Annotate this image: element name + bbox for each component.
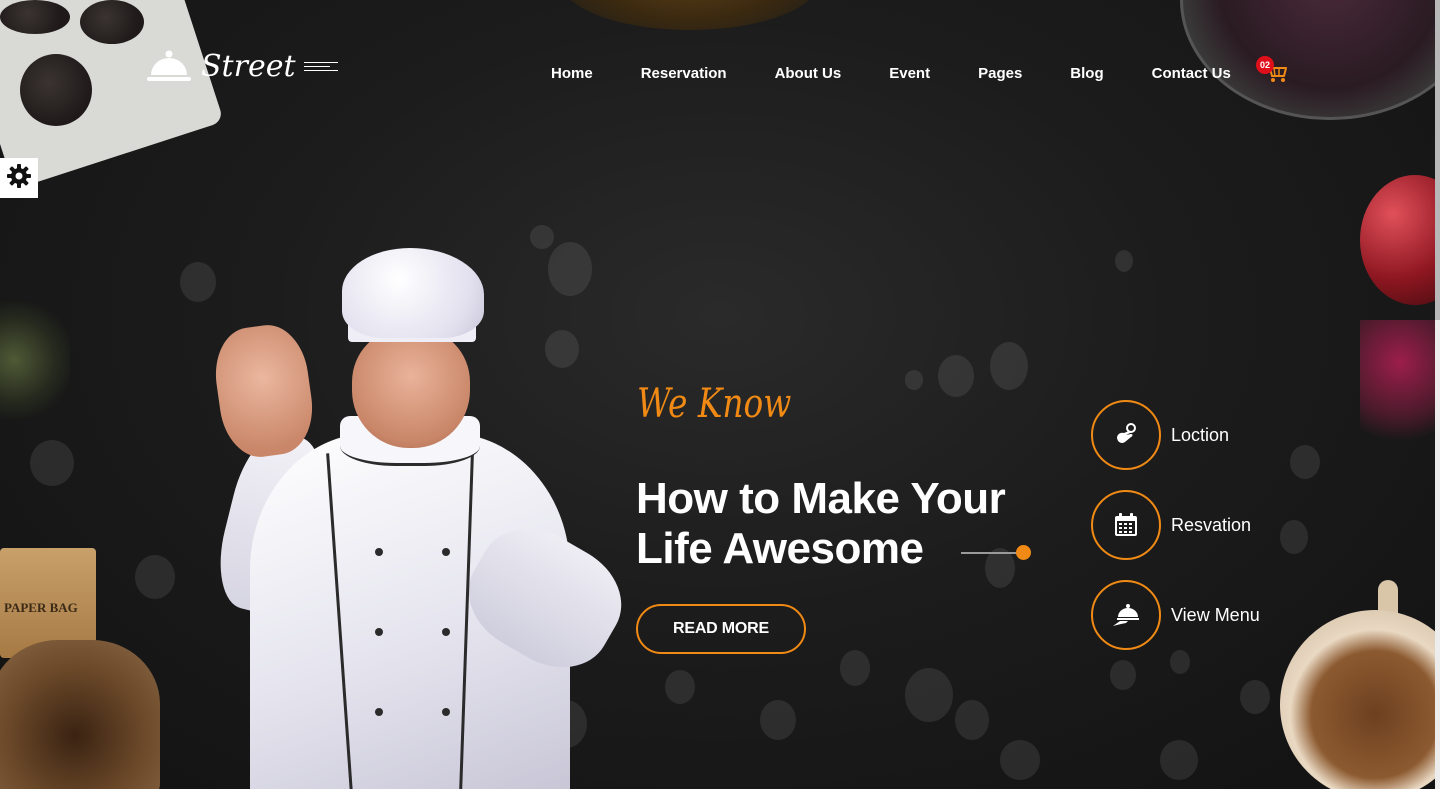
nav-about-us[interactable]: About Us bbox=[751, 64, 866, 84]
coffee-bean-sack bbox=[0, 640, 160, 789]
coffee-bag-label: PAPER BAG bbox=[4, 600, 78, 615]
decorative-line bbox=[961, 552, 1019, 554]
hero-eyebrow: We Know bbox=[637, 381, 792, 427]
chef-button bbox=[442, 548, 450, 556]
chef-button bbox=[375, 708, 383, 716]
nav-reservation[interactable]: Reservation bbox=[617, 64, 751, 84]
nav-event[interactable]: Event bbox=[865, 64, 954, 84]
bokeh-light bbox=[1290, 445, 1320, 479]
decorative-dot bbox=[1016, 545, 1031, 560]
herbs bbox=[0, 300, 70, 420]
main-nav: Home Reservation About Us Event Pages Bl… bbox=[527, 64, 1255, 84]
bokeh-light bbox=[665, 670, 695, 704]
cart-button[interactable]: 02 bbox=[1256, 56, 1290, 86]
bokeh-light bbox=[1170, 650, 1190, 674]
bokeh-light bbox=[1160, 740, 1198, 780]
cloche-icon bbox=[147, 48, 191, 84]
cart-count-badge: 02 bbox=[1256, 56, 1274, 74]
scrollbar-thumb[interactable] bbox=[1435, 0, 1440, 320]
bokeh-light bbox=[1280, 520, 1308, 554]
bokeh-light bbox=[1240, 680, 1270, 714]
bokeh-light bbox=[1110, 660, 1136, 690]
bokeh-light bbox=[955, 700, 989, 740]
read-more-button[interactable]: READ MORE bbox=[636, 604, 806, 654]
cookie bbox=[20, 54, 92, 126]
location-action-label: Loction bbox=[1171, 424, 1230, 445]
site-logo-text: Street bbox=[201, 48, 296, 84]
chef-button bbox=[375, 628, 383, 636]
bokeh-light bbox=[905, 370, 923, 390]
bokeh-light bbox=[990, 342, 1028, 390]
chef-face bbox=[352, 328, 470, 448]
location-hand-icon bbox=[1091, 400, 1161, 470]
reservation-action-label: Resvation bbox=[1171, 514, 1252, 535]
bokeh-light bbox=[840, 650, 870, 686]
logo-lines bbox=[303, 59, 338, 74]
nav-blog[interactable]: Blog bbox=[1046, 64, 1127, 84]
view-menu-action[interactable]: View Menu bbox=[1091, 580, 1260, 650]
nav-home[interactable]: Home bbox=[527, 64, 617, 84]
settings-button[interactable] bbox=[0, 158, 38, 198]
bokeh-light bbox=[30, 440, 74, 486]
bokeh-light bbox=[938, 355, 974, 397]
hero-headline: How to Make Your Life Awesome bbox=[636, 474, 1006, 574]
bokeh-light bbox=[905, 668, 953, 722]
calendar-icon bbox=[1091, 490, 1161, 560]
location-action[interactable]: Loction bbox=[1091, 400, 1229, 470]
chef-hat bbox=[342, 248, 484, 338]
bokeh-light bbox=[135, 555, 175, 599]
chef-button bbox=[442, 628, 450, 636]
hero-headline-line-2: Life Awesome bbox=[636, 524, 924, 573]
view-menu-action-label: View Menu bbox=[1171, 604, 1260, 625]
reservation-action[interactable]: Resvation bbox=[1091, 490, 1251, 560]
bokeh-light bbox=[1115, 250, 1133, 272]
gear-icon bbox=[6, 163, 32, 194]
bokeh-light bbox=[760, 700, 796, 740]
cookie bbox=[0, 0, 70, 34]
chef-button bbox=[442, 708, 450, 716]
berries bbox=[1360, 320, 1440, 460]
bokeh-light bbox=[530, 225, 554, 249]
nav-pages[interactable]: Pages bbox=[954, 64, 1046, 84]
nav-contact-us[interactable]: Contact Us bbox=[1128, 64, 1255, 84]
cloche-hand-icon bbox=[1091, 580, 1161, 650]
bokeh-light bbox=[1000, 740, 1040, 780]
cookie bbox=[80, 0, 144, 44]
site-logo[interactable]: Street bbox=[147, 48, 338, 84]
hero-headline-line-1: How to Make Your bbox=[636, 474, 1006, 523]
chef-ok-hand bbox=[209, 320, 319, 462]
page-scrollbar[interactable] bbox=[1435, 0, 1440, 789]
chef-button bbox=[375, 548, 383, 556]
chef-illustration bbox=[170, 248, 640, 789]
